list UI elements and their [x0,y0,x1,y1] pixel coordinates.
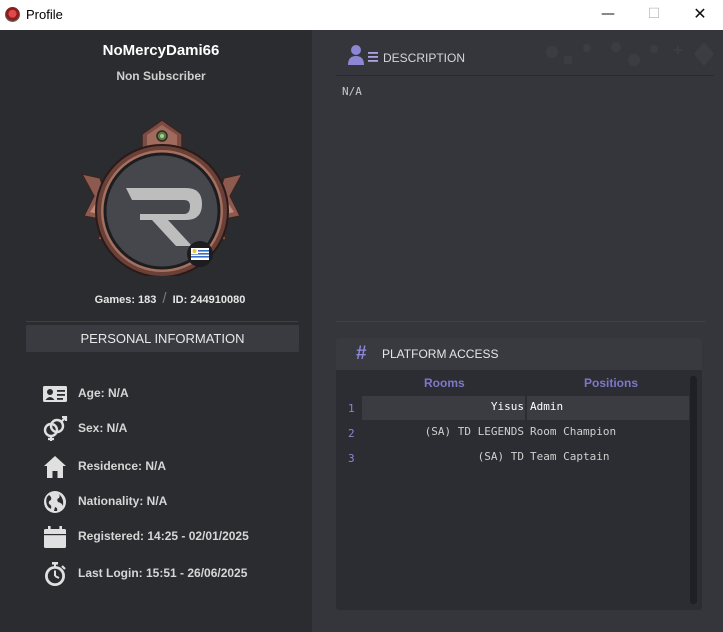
maximize-button[interactable]: ☐ [631,0,677,30]
stats-separator: / [162,290,167,307]
description-title: DESCRIPTION [383,51,466,65]
user-list-icon [348,45,378,65]
registered-value: Registered: 14:25 - 02/01/2025 [78,529,249,543]
platform-access-header: # PLATFORM ACCESS [336,338,702,370]
last-login-value: Last Login: 15:51 - 26/06/2025 [78,566,248,580]
room-cell: Yisus [490,400,524,413]
position-cell: Team Captain [530,450,610,463]
table-row[interactable]: 2 (SA) TD LEGENDS Room Champion [336,421,688,445]
platform-access-title: PLATFORM ACCESS [382,347,499,361]
home-icon [44,456,66,478]
vertical-scrollbar[interactable] [690,376,697,604]
title-bar: Profile — ☐ ✕ [0,0,723,30]
user-id: ID: 244910080 [172,294,246,306]
table-row[interactable]: 3 (SA) TD Team Captain [336,446,688,470]
nationality-value: Nationality: N/A [78,494,168,508]
divider [26,321,298,322]
id-card-icon [43,386,67,402]
app-logo-icon [5,7,20,22]
profile-sidebar: NoMercyDami66 Non Subscriber Games: 183 … [0,30,312,632]
description-text: N/A [342,85,362,98]
positions-column-header[interactable]: Positions [584,376,638,390]
stopwatch-icon [45,562,66,586]
decorative-pattern-icon [546,42,714,66]
hash-icon: # [356,343,367,364]
position-cell: Admin [530,400,564,413]
table-row[interactable]: 1 Yisus Admin [336,396,689,420]
minimize-button[interactable]: — [585,0,631,30]
row-number: 2 [348,427,355,440]
residence-value: Residence: N/A [78,459,167,473]
divider [336,321,706,322]
username: NoMercyDami66 [102,42,220,59]
row-number: 1 [348,402,355,415]
window-title: Profile [26,7,63,22]
subscription-status: Non Subscriber [116,69,206,83]
calendar-icon [44,526,66,548]
profile-details: DESCRIPTION N/A # PLATFORM ACCESS Rooms … [312,30,723,632]
row-number: 3 [348,452,355,465]
cell-divider [525,396,527,420]
games-count: Games: 183 [94,294,157,306]
rooms-column-header[interactable]: Rooms [424,376,465,390]
personal-information-header: PERSONAL INFORMATION [26,325,299,352]
room-cell: (SA) TD [477,450,524,463]
description-header: DESCRIPTION [336,42,714,76]
sex-value: Sex: N/A [78,421,128,435]
profile-stats: Games: 183 / ID: 244910080 [0,290,340,307]
rank-badge [80,119,244,276]
gender-icon [43,416,68,441]
age-value: Age: N/A [78,386,129,400]
uruguay-flag-icon [187,241,213,267]
room-cell: (SA) TD LEGENDS [424,425,524,438]
position-cell: Room Champion [530,425,617,438]
close-button[interactable]: ✕ [677,0,723,30]
globe-icon [44,491,66,513]
platform-access-panel: # PLATFORM ACCESS Rooms Positions 1 Yisu… [336,338,702,610]
